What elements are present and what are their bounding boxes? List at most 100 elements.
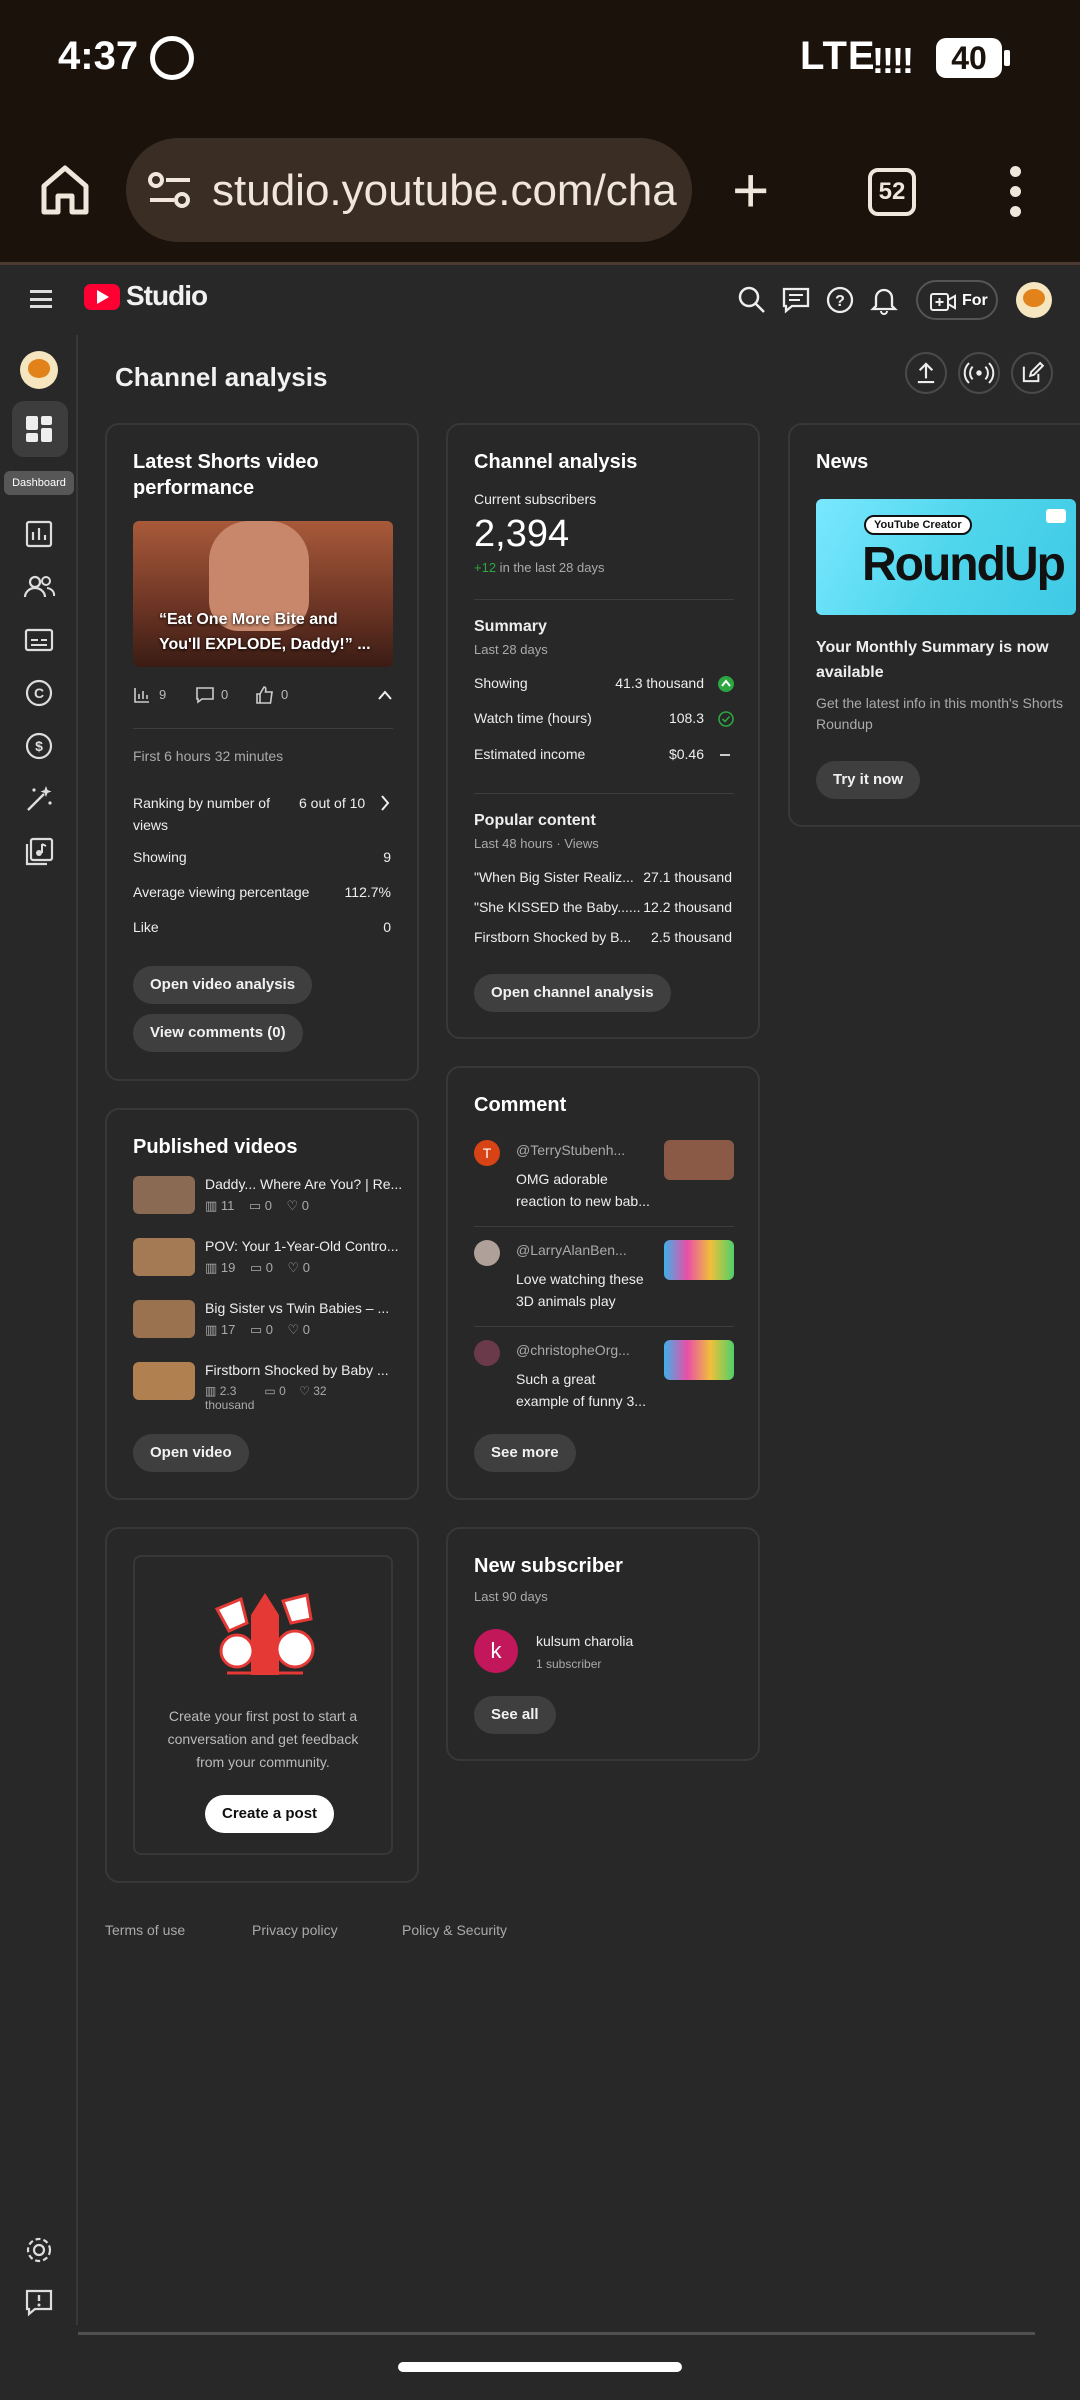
summary-label: Watch time (hours) — [474, 710, 592, 726]
go-live-icon[interactable] — [958, 352, 1000, 394]
comment-video-thumbnail[interactable] — [664, 1240, 734, 1280]
settings-icon[interactable] — [22, 2233, 56, 2267]
feedback-icon[interactable] — [22, 2286, 56, 2320]
video-title[interactable]: Daddy... Where Are You? | Re... — [205, 1176, 402, 1192]
notifications-icon[interactable] — [868, 284, 900, 316]
create-post-icon[interactable] — [1011, 352, 1053, 394]
subscribers-change: +12 in the last 28 days — [474, 560, 605, 575]
banner-badge-icon — [1046, 509, 1066, 523]
video-title[interactable]: Firstborn Shocked by Baby ... — [205, 1362, 389, 1378]
like-icon — [256, 686, 273, 704]
shorts-thumbnail[interactable]: “Eat One More Bite and You'll EXPLODE, Da… — [133, 521, 393, 667]
popular-item-title[interactable]: Firstborn Shocked by B... — [474, 929, 631, 945]
subscriber-meta: 1 subscriber — [536, 1657, 602, 1671]
comment-author[interactable]: @christopheOrg... — [516, 1342, 630, 1358]
more-menu-icon[interactable] — [1010, 166, 1022, 222]
like-icon: ♡ — [287, 1322, 300, 1337]
news-headline[interactable]: Your Monthly Summary is now available — [816, 635, 1049, 685]
privacy-link[interactable]: Privacy policy — [252, 1922, 338, 1938]
account-avatar[interactable] — [1016, 282, 1052, 318]
site-settings-icon[interactable] — [148, 170, 192, 210]
comment-author[interactable]: @TerryStubenh... — [516, 1142, 625, 1158]
status-bar: 4:37 LTE !!!! 40 — [0, 0, 1080, 120]
chevron-right-icon[interactable] — [379, 794, 391, 812]
subscriber-name[interactable]: kulsum charolia — [536, 1633, 633, 1649]
video-thumbnail[interactable] — [133, 1238, 195, 1276]
youtube-logo-icon[interactable] — [84, 284, 120, 310]
news-banner[interactable]: YouTube Creator RoundUp — [816, 499, 1076, 615]
open-video-analysis-button[interactable]: Open video analysis — [133, 966, 313, 1004]
create-a-post-button[interactable]: Create a post — [205, 1795, 335, 1833]
hamburger-menu-icon[interactable] — [30, 290, 52, 308]
open-video-button[interactable]: Open video — [133, 1434, 249, 1472]
stat-label: Showing — [133, 849, 187, 865]
commenter-avatar — [474, 1340, 500, 1366]
chevron-up-icon[interactable] — [377, 689, 393, 701]
card-title: Latest Shorts video performance — [133, 451, 319, 499]
see-all-button[interactable]: See all — [474, 1696, 556, 1734]
comment-author[interactable]: @LarryAlanBen... — [516, 1242, 627, 1258]
analytics-icon[interactable] — [22, 517, 56, 551]
latest-shorts-card: Latest Shorts video performance “Eat One … — [105, 423, 419, 1081]
video-title[interactable]: Big Sister vs Twin Babies – ... — [205, 1300, 389, 1316]
summary-period: Last 28 days — [474, 642, 548, 657]
thumbnail-caption: “Eat One More Bite and You'll EXPLODE, Da… — [159, 611, 371, 653]
help-icon[interactable]: ? — [824, 284, 856, 316]
comment-icon: ▭ — [248, 1198, 262, 1213]
earn-icon[interactable]: $ — [22, 729, 56, 763]
see-more-button[interactable]: See more — [474, 1434, 576, 1472]
popular-item-title[interactable]: "She KISSED the Baby...... — [474, 899, 641, 915]
comments-card: Comment T @TerryStubenh... OMG adorable r… — [446, 1066, 760, 1500]
views-icon: ▥ — [205, 1384, 217, 1398]
stat-value: 0 — [383, 919, 391, 935]
subscriber-avatar[interactable]: k — [474, 1629, 518, 1673]
gesture-home-indicator[interactable] — [398, 2362, 682, 2372]
video-title[interactable]: POV: Your 1-Year-Old Contro... — [205, 1238, 399, 1254]
try-it-now-button[interactable]: Try it now — [816, 761, 921, 799]
ranking-value[interactable]: 6 out of 10 — [299, 792, 365, 814]
network-type: LTE — [800, 34, 876, 78]
horizontal-scrollbar[interactable] — [78, 2332, 1035, 2335]
comment-video-thumbnail[interactable] — [664, 1140, 734, 1180]
video-thumbnail[interactable] — [133, 1362, 195, 1400]
channel-analytics-card: Channel analysis Current subscribers 2,3… — [446, 423, 760, 1039]
card-title: News — [816, 451, 869, 473]
subscribers-count: 2,394 — [474, 513, 570, 555]
upload-icon[interactable] — [905, 352, 947, 394]
copyright-icon[interactable]: C — [22, 676, 56, 710]
tab-switcher-button[interactable]: 52 — [868, 168, 916, 216]
policy-security-link[interactable]: Policy & Security — [402, 1922, 507, 1938]
search-icon[interactable] — [736, 284, 768, 316]
popular-item-title[interactable]: "When Big Sister Realiz... — [474, 869, 634, 885]
create-button[interactable]: For — [916, 280, 998, 320]
studio-brand[interactable]: Studio — [126, 280, 208, 312]
community-icon[interactable] — [22, 570, 56, 604]
comments-icon[interactable] — [780, 284, 812, 316]
open-channel-analysis-button[interactable]: Open channel analysis — [474, 974, 671, 1012]
video-thumbnail[interactable] — [133, 1176, 195, 1214]
commenter-avatar — [474, 1240, 500, 1266]
new-tab-icon[interactable]: + — [732, 158, 769, 222]
terms-link[interactable]: Terms of use — [105, 1922, 185, 1938]
dashboard-icon[interactable] — [22, 412, 56, 446]
comment-video-thumbnail[interactable] — [664, 1340, 734, 1380]
channel-avatar[interactable] — [20, 351, 58, 389]
address-bar[interactable]: studio.youtube.com/cha — [126, 138, 692, 242]
performance-period: First 6 hours 32 minutes — [133, 748, 284, 764]
comment-icon: ▭ — [264, 1384, 276, 1398]
subtitles-icon[interactable] — [22, 623, 56, 657]
summary-label: Estimated income — [474, 746, 586, 762]
whatsapp-icon — [150, 36, 194, 80]
video-stats: ▥ 19 ▭ 0 ♡ 0 — [205, 1260, 310, 1275]
views-icon: ▥ — [205, 1322, 218, 1337]
card-title: New subscriber — [474, 1555, 623, 1577]
home-icon[interactable] — [40, 164, 90, 216]
views-icon — [134, 688, 149, 703]
audio-library-icon[interactable] — [22, 835, 56, 869]
comment-icon: ▭ — [249, 1322, 263, 1337]
video-stats: ▥ 2.3 thousand ▭ 0 ♡ 32 — [205, 1384, 327, 1412]
view-comments-button[interactable]: View comments (0) — [133, 1014, 303, 1052]
check-circle-icon — [718, 711, 734, 727]
video-thumbnail[interactable] — [133, 1300, 195, 1338]
customization-magic-icon[interactable] — [22, 782, 56, 816]
